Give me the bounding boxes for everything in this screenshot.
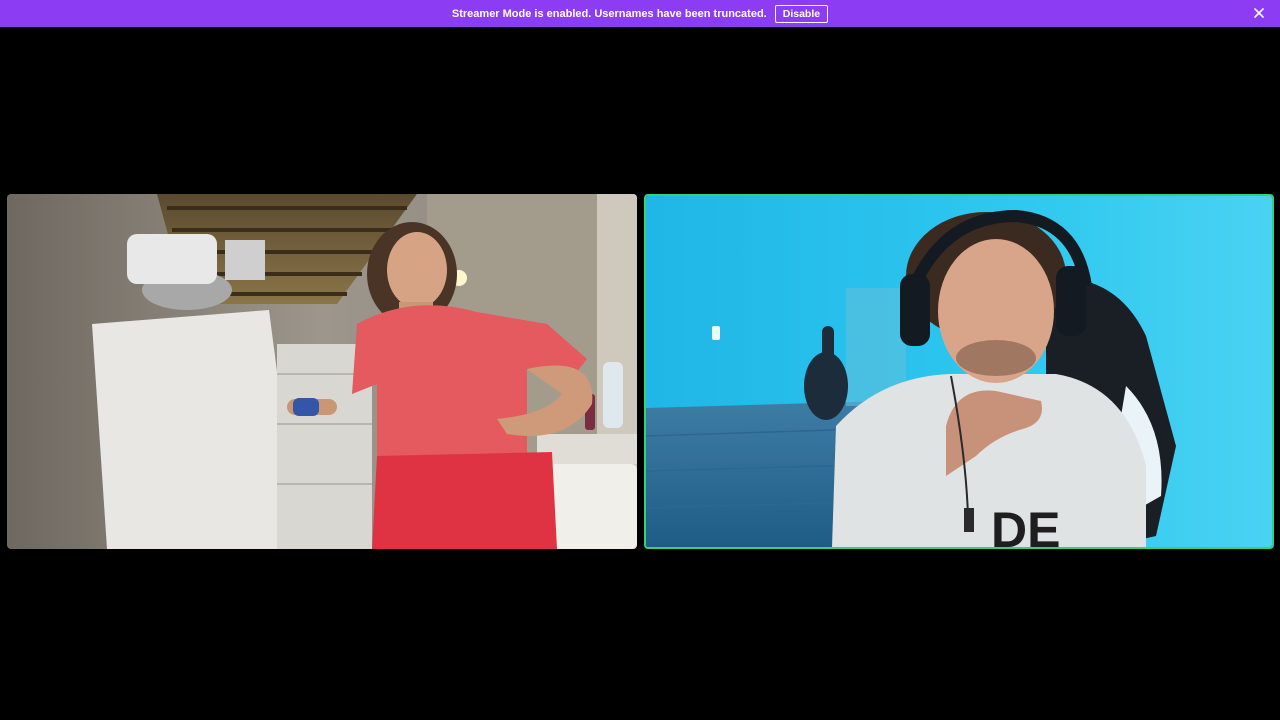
- participant-video-tile-left[interactable]: [7, 194, 637, 549]
- streamer-mode-banner: Streamer Mode is enabled. Usernames have…: [0, 0, 1280, 27]
- disable-streamer-mode-button[interactable]: Disable: [774, 4, 829, 23]
- participant-video-left: [7, 194, 637, 549]
- shirt-text: DE: [991, 502, 1060, 547]
- close-icon: [1254, 8, 1264, 18]
- participant-video-tile-right[interactable]: DE: [644, 194, 1274, 549]
- streamer-mode-message: Streamer Mode is enabled. Usernames have…: [451, 7, 767, 20]
- participant-video-right: DE: [646, 196, 1272, 547]
- video-call-window: Streamer Mode is enabled. Usernames have…: [0, 0, 1280, 720]
- banner-close-button[interactable]: [1252, 6, 1266, 20]
